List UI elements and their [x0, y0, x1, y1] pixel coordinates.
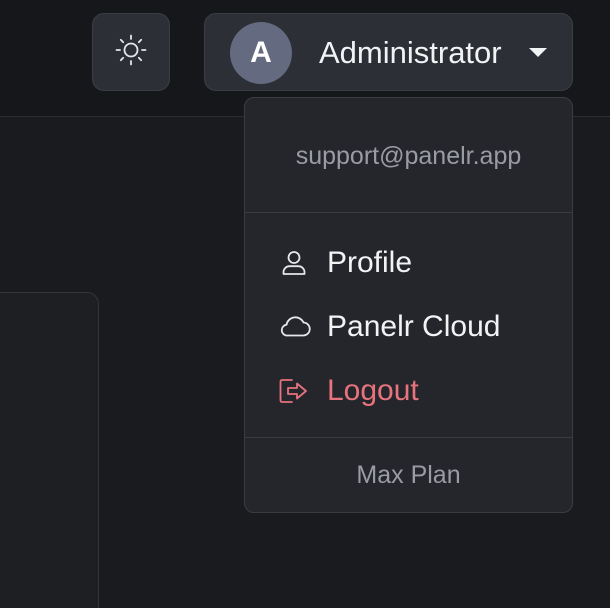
theme-toggle-button[interactable] [92, 13, 170, 91]
menu-item-cloud[interactable]: Panelr Cloud [245, 299, 572, 355]
menu-divider [245, 437, 572, 438]
plan-label: Max Plan [356, 461, 461, 489]
avatar: A [230, 22, 292, 84]
logout-icon [277, 374, 311, 408]
menu-item-label: Logout [327, 374, 419, 407]
sun-icon [114, 33, 148, 72]
user-email: support@panelr.app [295, 142, 522, 170]
menu-item-label: Profile [327, 246, 413, 279]
menu-item-logout[interactable]: Logout [245, 363, 572, 419]
cloud-icon [277, 310, 311, 344]
menu-item-label: Panelr Cloud [327, 310, 501, 343]
user-dropdown-menu: support@panelr.app Profile Panelr Cloud [244, 97, 573, 513]
caret-down-icon [529, 48, 547, 57]
menu-divider [245, 212, 572, 213]
menu-item-profile[interactable]: Profile [245, 235, 572, 291]
background-card [0, 292, 99, 608]
user-name: Administrator [319, 35, 502, 70]
user-icon [277, 246, 311, 280]
app-page: A Administrator support@panelr.app Profi… [0, 0, 610, 608]
user-menu-button[interactable]: A Administrator [204, 13, 573, 91]
